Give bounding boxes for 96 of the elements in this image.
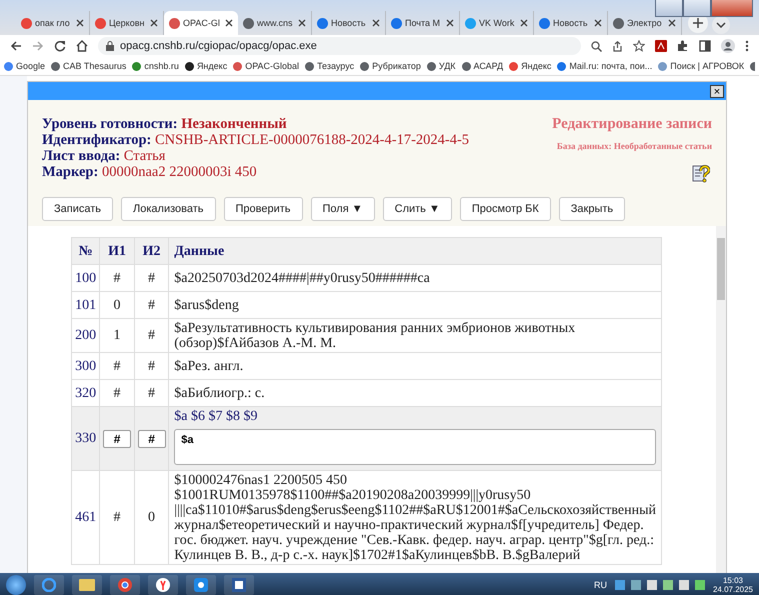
subfield-codes: $a $6 $7 $8 $9	[174, 409, 259, 424]
plus-icon	[693, 18, 703, 28]
column-header: №	[72, 238, 100, 264]
field-tag: 101	[72, 292, 100, 318]
database-label: База данных: Необработанные статьи	[556, 141, 712, 151]
toolbar-button[interactable]: Закрыть	[558, 197, 626, 221]
indicator-cell: #	[100, 470, 134, 564]
close-icon[interactable]	[668, 19, 676, 27]
field-tag: 330	[72, 406, 100, 470]
browser-taskbar-icon[interactable]	[34, 574, 64, 594]
indicator-cell: 0	[100, 292, 134, 318]
close-icon[interactable]	[150, 19, 158, 27]
record-field: Маркер: 00000naa2 22000003i 450	[42, 164, 470, 180]
bookmark[interactable]: Google	[4, 61, 46, 71]
indicator-cell: #	[134, 292, 169, 318]
field-tag: 300	[72, 352, 100, 380]
indicator-button[interactable]: #	[103, 430, 132, 448]
help-icon[interactable]	[692, 163, 710, 183]
toolbar-button[interactable]: Слить ▼	[382, 197, 452, 221]
yandex-taskbar-icon[interactable]	[148, 574, 178, 594]
scrollbar-thumb[interactable]	[717, 238, 725, 300]
close-icon[interactable]	[520, 19, 528, 27]
indicator-cell: #	[100, 352, 134, 380]
star-icon[interactable]	[633, 40, 645, 52]
app-taskbar-icon[interactable]	[186, 574, 216, 594]
bookmark[interactable]: CAB Thesaurus	[51, 61, 126, 71]
puzzle-icon[interactable]	[677, 40, 689, 52]
home-icon[interactable]	[76, 40, 88, 52]
field-data: $aРез. англ.	[168, 352, 662, 380]
bookmark[interactable]: Рубрикатор	[360, 61, 421, 71]
column-header: Данные	[168, 238, 662, 264]
folder-taskbar-icon[interactable]	[72, 574, 102, 594]
start-button[interactable]	[6, 574, 26, 594]
language-indicator[interactable]: RU	[594, 580, 607, 590]
record-field: Уровень готовности: Незаконченный	[42, 116, 470, 132]
bookmark[interactable]: АСАРД	[462, 61, 504, 71]
field-data: $aРезультативность культивирования ранних эмбрионов животных (обзор)$fАйбазов А.-М. М.	[168, 318, 662, 352]
bookmark[interactable]: cnshb.ru	[132, 61, 179, 71]
close-icon[interactable]	[372, 19, 380, 27]
indicator-cell: #	[134, 264, 169, 292]
close-icon[interactable]	[446, 19, 454, 27]
reload-icon[interactable]	[54, 40, 66, 52]
indicator-cell: #	[100, 264, 134, 292]
browser-tab[interactable]: OPAC-Gl	[164, 11, 238, 35]
field-tag: 100	[72, 264, 100, 292]
bookmark[interactable]: Mail.ru: почта, пои...	[557, 61, 652, 71]
pdf-extension-icon[interactable]	[655, 40, 667, 52]
share-icon[interactable]	[612, 40, 623, 52]
close-icon[interactable]	[298, 19, 306, 27]
chevron-down-icon	[716, 22, 726, 28]
minimize-button[interactable]	[655, 0, 683, 17]
maximize-button[interactable]	[683, 0, 711, 17]
clock[interactable]: 15:03 24.07.2025	[712, 576, 753, 594]
bookmark[interactable]: УДК	[426, 61, 456, 71]
toolbar-button[interactable]: Локализовать	[121, 197, 216, 221]
bookmark[interactable]: Тезаурус	[305, 61, 354, 71]
column-header: И1	[100, 238, 134, 264]
indicator-cell: #	[134, 318, 169, 352]
indicator-cell: #	[134, 352, 169, 380]
indicator-button[interactable]: #	[138, 430, 166, 448]
close-icon[interactable]	[76, 19, 84, 27]
dialog-title: Редактирование записи	[552, 116, 712, 133]
field-tag: 461	[72, 470, 100, 564]
bookmark[interactable]: Яндекс	[509, 61, 552, 71]
record-field: Идентификатор: CNSHB-ARTICLE-0000076188-2024-4-17-2024-4-5	[42, 132, 470, 148]
field-data: $100002476nas1 2200505 450 $1001RUM0135978$1100##$a20190208a20039999|||y0rusy50 ||||ca$11010#$arus$deng$erus$eeng$1102##$aRU$12001#$aСельскохозяйственный журнал$eтеоретический и научно-практический журнал$f[учредитель] Федер. гос. бюджет. науч. учреждение "Сев.-Кавк. федер. науч. аграр. центр"$g[гл. ред.: Кулинцев В. В., д-р с.-х. наук]$1702#1$aКулинцев$bВ. В.$gВалерий	[168, 470, 662, 564]
record-field: Лист ввода: Статья	[42, 148, 470, 164]
bookmark[interactable]: OPAC-Global	[233, 61, 300, 71]
column-header: И2	[134, 238, 169, 264]
field-data: $a20250703d2024####|##y0rusy50######ca	[168, 264, 662, 292]
document-taskbar-icon[interactable]	[224, 574, 254, 594]
bookmark[interactable]: Яндекс	[184, 61, 228, 71]
menu-icon[interactable]	[745, 40, 749, 52]
close-icon[interactable]	[225, 19, 233, 27]
close-button[interactable]: ×	[710, 84, 724, 98]
chrome-taskbar-icon[interactable]	[110, 574, 140, 594]
toolbar-button[interactable]: Просмотр БК	[460, 197, 551, 221]
globe-icon[interactable]	[750, 62, 755, 70]
tab-search-button[interactable]	[712, 16, 730, 34]
back-icon[interactable]	[10, 40, 22, 52]
bookmark[interactable]: Поиск | АГРОВОК	[658, 61, 744, 71]
toolbar-button[interactable]: Проверить	[224, 197, 303, 221]
side-panel-icon[interactable]	[699, 40, 711, 52]
field-editor[interactable]: $a	[174, 429, 656, 465]
close-icon[interactable]	[594, 19, 602, 27]
address-bar[interactable]: opacg.cnshb.ru/cgiopac/opacg/opac.exe	[98, 37, 581, 55]
tray-icons[interactable]	[614, 578, 705, 590]
scrollbar[interactable]	[716, 226, 726, 573]
toolbar-button[interactable]: Записать	[42, 197, 114, 221]
profile-icon[interactable]	[721, 39, 735, 53]
toolbar-button[interactable]: Поля ▼	[310, 197, 375, 221]
field-tag: 200	[72, 318, 100, 352]
zoom-icon[interactable]	[591, 40, 602, 52]
indicator-cell: 1	[100, 318, 134, 352]
indicator-cell: 0	[134, 470, 169, 564]
field-data: $arus$deng	[168, 292, 662, 318]
